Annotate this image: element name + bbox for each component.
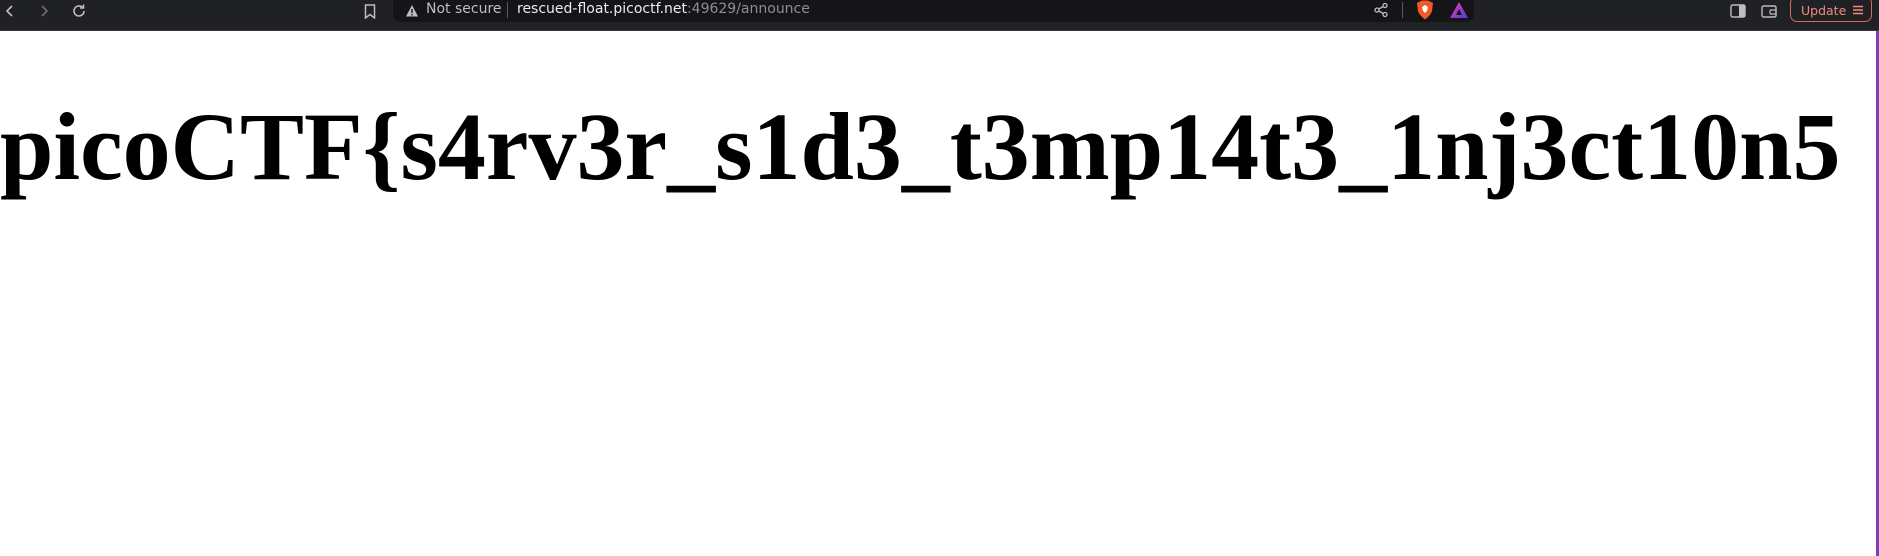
url-text[interactable]: rescued-float.picoctf.net:49629/announce [517,1,810,17]
update-button[interactable]: Update [1790,0,1872,22]
back-button[interactable] [0,0,25,22]
update-label: Update [1801,2,1847,18]
bookmark-icon [364,3,376,19]
wallet-icon [1761,5,1777,18]
bookmark-button[interactable] [358,0,382,22]
extensions-separator [1402,2,1403,18]
share-icon [1374,2,1388,18]
share-button[interactable] [1372,1,1390,19]
forward-button[interactable] [29,0,59,22]
sidebar-toggle-button[interactable] [1726,0,1750,22]
warning-icon [406,5,418,17]
flag-heading: picoCTF{s4rv3r_s1d3_t3mp14t3_1nj3ct10n5 [0,93,1841,200]
sidebar-icon [1730,4,1746,18]
security-status-label[interactable]: Not secure [426,1,502,17]
url-path: :49629/announce [686,1,810,17]
url-host: rescued-float.picoctf.net [517,1,687,17]
hamburger-menu-icon [1853,5,1863,15]
reload-icon [73,4,85,17]
address-separator [507,2,508,18]
forward-arrow-icon [41,5,49,17]
address-bar[interactable]: Not secure rescued-float.picoctf.net:496… [393,0,1474,22]
wallet-button[interactable] [1757,0,1781,22]
brave-rewards-icon[interactable] [1449,0,1469,20]
reload-button[interactable] [64,0,94,22]
page-content: picoCTF{s4rv3r_s1d3_t3mp14t3_1nj3ct10n5 [0,31,1879,556]
browser-toolbar: Not secure rescued-float.picoctf.net:496… [0,0,1879,31]
back-arrow-icon [5,5,13,17]
brave-shields-icon[interactable] [1416,0,1434,20]
